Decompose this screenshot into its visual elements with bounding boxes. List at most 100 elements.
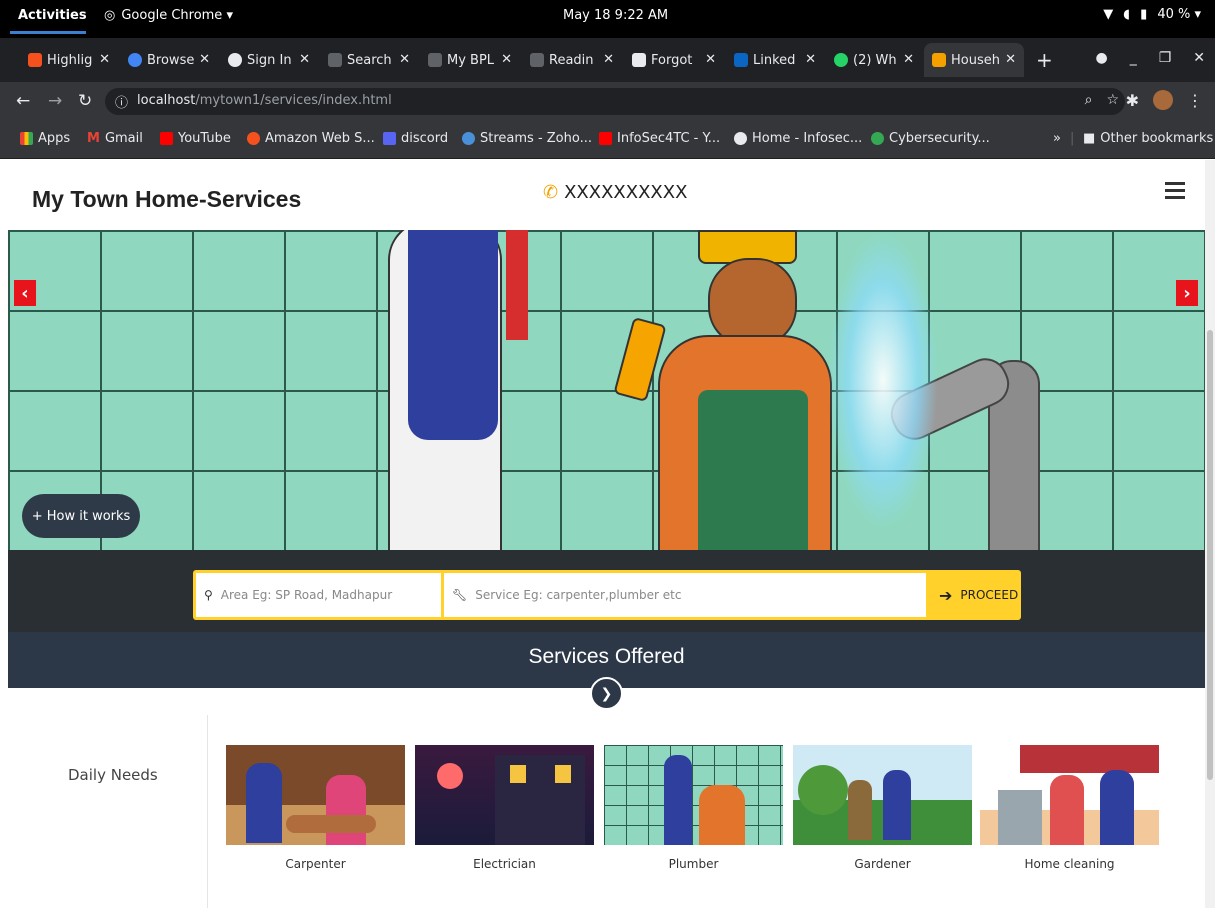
tab-4[interactable]: Search ✕ [320, 43, 418, 77]
bookmark-discord[interactable]: discord [383, 131, 448, 146]
service-card-gardener[interactable]: Gardener [793, 745, 972, 871]
plumber-image [604, 745, 783, 845]
category-divider [207, 715, 208, 908]
carpenter-image [226, 745, 405, 845]
service-card-plumber[interactable]: Plumber [604, 745, 783, 871]
tab-2[interactable]: Browse ✕ [120, 43, 218, 77]
tab-label: Linked [753, 52, 796, 68]
bookmark-star-icon[interactable]: ☆ [1106, 92, 1119, 108]
navigation-bar: ← → ↻ ⓘ localhost/mytown1/services/index… [0, 82, 1215, 120]
tab-favicon-icon [228, 53, 242, 67]
carousel-next-chevron-icon[interactable]: › [1176, 280, 1198, 306]
system-tray[interactable]: ▼ ◖ ▮ 40 % ▾ [1103, 7, 1201, 22]
service-input[interactable]: 🔧︎ Service Eg: carpenter,plumber etc [444, 573, 926, 617]
tab-1[interactable]: Highlig ✕ [20, 43, 118, 77]
bookmark-aws[interactable]: Amazon Web S... [247, 131, 375, 146]
address-bar[interactable]: ⓘ localhost/mytown1/services/index.html … [105, 88, 1125, 115]
volume-icon: ◖ [1123, 7, 1131, 22]
service-search-form: ⚲ Area Eg: SP Road, Madhapur 🔧︎ Service … [193, 570, 1021, 620]
tab-6[interactable]: Readin ✕ [522, 43, 622, 77]
water-splash [828, 230, 938, 530]
zoom-icon[interactable]: ⌕ [1085, 92, 1093, 108]
close-window-icon[interactable]: ✕ [1193, 50, 1205, 66]
bookmark-youtube[interactable]: YouTube [160, 131, 231, 146]
linkedin-icon [734, 53, 748, 67]
bookmark-infosec4tc[interactable]: InfoSec4TC - Y... [599, 131, 720, 146]
avatar[interactable] [1153, 90, 1173, 110]
close-icon[interactable]: ✕ [603, 52, 614, 67]
service-label: Electrician [473, 857, 536, 871]
close-icon[interactable]: ✕ [399, 52, 410, 67]
bookmark-gmail[interactable]: M Gmail [87, 131, 143, 146]
activities-button[interactable]: Activities [18, 8, 87, 23]
service-card-carpenter[interactable]: Carpenter [226, 745, 405, 871]
service-card-home-cleaning[interactable]: Home cleaning [980, 745, 1159, 871]
url-text[interactable]: localhost/mytown1/services/index.html [137, 93, 392, 108]
bookmark-label: Gmail [104, 131, 143, 146]
minimize-icon[interactable]: _ [1130, 50, 1137, 66]
proceed-button[interactable]: ➔ PROCEED [931, 573, 1018, 617]
bookmark-label: Streams - Zoho... [480, 131, 592, 146]
arrow-right-icon: ➔ [939, 585, 953, 605]
hamburger-menu-icon[interactable] [1165, 182, 1185, 200]
close-icon[interactable]: ✕ [501, 52, 512, 67]
tab-8[interactable]: Linked ✕ [726, 43, 824, 77]
profile-dot-icon[interactable]: ● [1095, 50, 1107, 66]
bookmark-infosec[interactable]: Home - Infosec... [734, 131, 862, 146]
scrollbar-thumb[interactable] [1207, 330, 1213, 780]
close-icon[interactable]: ✕ [99, 52, 110, 67]
tab-7[interactable]: Forgot ✕ [624, 43, 724, 77]
app-menu[interactable]: ◎ Google Chrome ▾ [104, 8, 233, 23]
close-icon[interactable]: ✕ [805, 52, 816, 67]
bookmark-apps[interactable]: Apps [20, 131, 70, 146]
clock[interactable]: May 18 9:22 AM [563, 8, 668, 23]
omnibox-actions: ⌕ ☆ [1085, 92, 1119, 108]
cybersecurity-icon [871, 132, 884, 145]
service-label: Carpenter [285, 857, 346, 871]
electrician-image [415, 745, 594, 845]
tab-10-active[interactable]: Househ ✕ [924, 43, 1024, 77]
close-icon[interactable]: ✕ [299, 52, 310, 67]
tab-9[interactable]: (2) Wh ✕ [826, 43, 922, 77]
tab-label: Browse [147, 52, 195, 68]
info-icon[interactable]: ⓘ [115, 92, 128, 111]
toolbar-extensions: ✱ ⋮ [1126, 90, 1203, 110]
tab-label: Search [347, 52, 392, 68]
tab-5[interactable]: My BPL ✕ [420, 43, 520, 77]
bookmark-cybersecurity[interactable]: Cybersecurity... [871, 131, 990, 146]
area-input[interactable]: ⚲ Area Eg: SP Road, Madhapur [196, 573, 441, 617]
bookmark-zoho[interactable]: Streams - Zoho... [462, 131, 592, 146]
close-icon[interactable]: ✕ [1005, 52, 1016, 67]
site-title[interactable]: My Town Home-Services [32, 186, 301, 213]
phone-icon: ✆ [543, 182, 559, 203]
web-page: My Town Home-Services ✆ XXXXXXXXXX ‹ › +… [0, 160, 1205, 908]
service-card-electrician[interactable]: Electrician [415, 745, 594, 871]
bookmark-label: Home - Infosec... [752, 131, 863, 146]
carousel-prev-chevron-icon[interactable]: ‹ [14, 280, 36, 306]
tab-favicon-icon [128, 53, 142, 67]
tab-label: Sign In [247, 52, 292, 68]
tab-favicon-icon [28, 53, 42, 67]
close-icon[interactable]: ✕ [199, 52, 210, 67]
chevron-down-icon[interactable]: ❯ [590, 677, 623, 710]
extensions-puzzle-icon[interactable]: ✱ [1126, 91, 1139, 110]
close-icon[interactable]: ✕ [705, 52, 716, 67]
reload-icon[interactable]: ↻ [78, 91, 92, 111]
activities-indicator [10, 31, 86, 34]
other-bookmarks[interactable]: ■ Other bookmarks [1083, 131, 1213, 146]
how-it-works-button[interactable]: + How it works [22, 494, 140, 538]
close-icon[interactable]: ✕ [903, 52, 914, 67]
page-scrollbar[interactable] [1205, 160, 1215, 908]
restore-icon[interactable]: ❐ [1159, 50, 1172, 66]
forward-arrow-icon[interactable]: → [48, 91, 62, 111]
customer-vest [408, 230, 498, 440]
back-arrow-icon[interactable]: ← [16, 91, 30, 111]
menu-kebab-icon[interactable]: ⋮ [1187, 91, 1203, 110]
area-placeholder: Area Eg: SP Road, Madhapur [220, 588, 393, 602]
aws-icon [247, 132, 260, 145]
new-tab-button[interactable]: + [1036, 48, 1053, 72]
tab-favicon-icon [932, 53, 946, 67]
bookmarks-overflow-chevron-icon[interactable]: » [1053, 131, 1061, 146]
bookmarks-divider: | [1070, 131, 1075, 146]
tab-3[interactable]: Sign In ✕ [220, 43, 318, 77]
